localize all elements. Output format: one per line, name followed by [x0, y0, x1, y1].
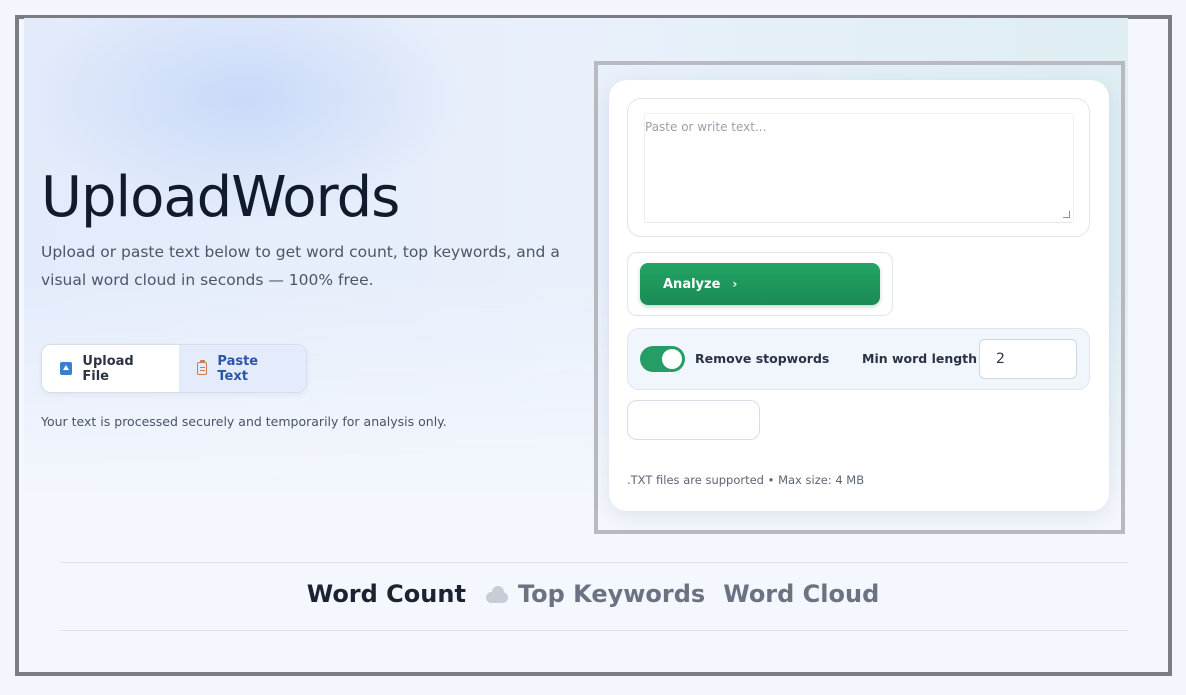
analyze-button-container: Analyze › — [627, 252, 893, 316]
analyze-button[interactable]: Analyze › — [640, 263, 880, 305]
clipboard-icon — [197, 360, 208, 375]
tab-word-count[interactable]: Word Count — [307, 580, 466, 608]
toggle-knob — [662, 349, 682, 369]
file-support-note: .TXT files are supported • Max size: 4 M… — [627, 473, 865, 487]
min-word-length-label: Min word length — [862, 351, 978, 366]
cloud-icon — [484, 585, 510, 603]
page-subtitle: Upload or paste text below to get word c… — [41, 243, 560, 289]
tab-top-keywords[interactable]: Top Keywords — [484, 580, 705, 608]
resize-handle-icon[interactable] — [1063, 211, 1070, 218]
paste-text-label: Paste Text — [217, 353, 259, 384]
divider — [60, 562, 1128, 563]
security-note: Your text is processed securely and temp… — [41, 414, 447, 429]
tab-top-keywords-label: Top Keywords — [517, 580, 706, 608]
analyze-label: Analyze — [663, 276, 721, 292]
analysis-card: Analyze › Remove stopwords Min word leng… — [609, 80, 1109, 511]
file-input-slot[interactable] — [627, 400, 760, 440]
divider — [60, 630, 1128, 631]
remove-stopwords-toggle[interactable] — [640, 346, 685, 372]
upload-file-label: Upload File — [82, 353, 134, 384]
input-mode-toggle: Upload File Paste Text — [41, 344, 307, 393]
text-input[interactable] — [644, 113, 1074, 223]
text-input-container — [627, 98, 1090, 237]
chevron-right-icon: › — [732, 277, 738, 291]
feature-tabs: Word Count Top Keywords Word Cloud — [0, 580, 1186, 608]
tab-word-cloud[interactable]: Word Cloud — [723, 580, 879, 608]
min-word-length-input[interactable] — [979, 339, 1077, 379]
paste-text-button[interactable]: Paste Text — [179, 345, 306, 392]
upload-icon — [60, 362, 73, 375]
analysis-options: Remove stopwords Min word length — [627, 328, 1090, 390]
page-title: UploadWords — [41, 165, 400, 230]
remove-stopwords-label: Remove stopwords — [695, 351, 830, 366]
upload-file-button[interactable]: Upload File — [42, 345, 179, 392]
